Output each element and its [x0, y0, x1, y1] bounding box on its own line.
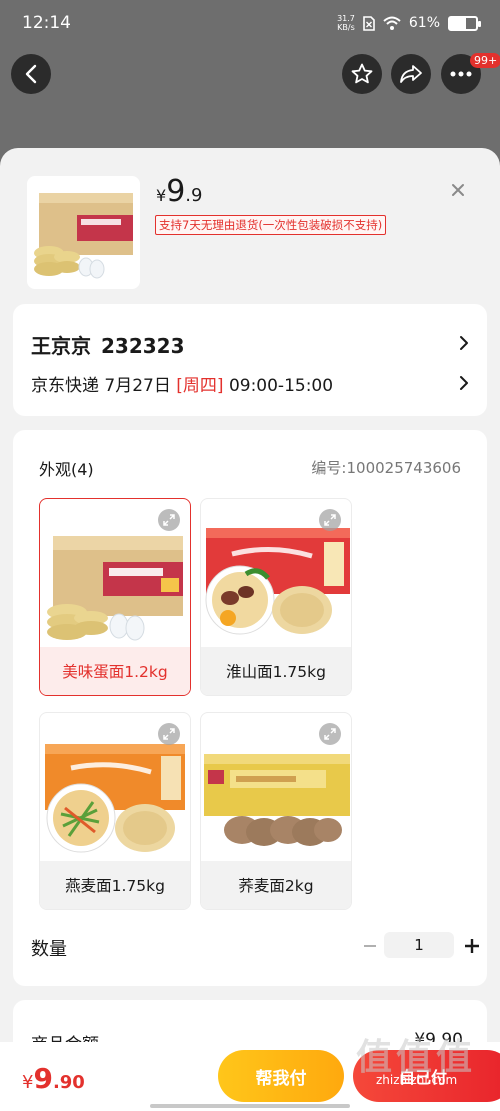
option-label: 燕麦面1.75kg [40, 861, 190, 909]
net-speed: 31.7 KB/s [337, 14, 355, 32]
expand-button[interactable] [319, 509, 341, 531]
delivery-date: 7月27日 [104, 376, 171, 396]
product-code: 编号:100025743606 [311, 459, 461, 477]
expand-icon [324, 728, 336, 740]
pay-myself-button[interactable]: 自己付 [353, 1050, 500, 1102]
recipient-name: 王京京 [31, 334, 91, 358]
net-speed-unit: KB/s [337, 23, 355, 32]
chevron-right-icon[interactable] [458, 334, 470, 352]
price-decimal: .9 [185, 185, 203, 206]
total-integer: 9 [33, 1062, 53, 1095]
option-label: 荞麦面2kg [201, 861, 351, 909]
address-card[interactable]: 王京京 232323 京东快递 7月27日 [周四] 09:00-15:00 [13, 304, 487, 416]
spec-option[interactable]: 淮山面1.75kg [200, 498, 352, 696]
close-icon [452, 184, 464, 196]
price-integer: 9 [166, 174, 186, 209]
courier: 京东快递 [31, 376, 99, 396]
chevron-right-icon[interactable] [458, 374, 470, 392]
star-icon [351, 63, 373, 84]
delivery-weekday: [周四] [176, 376, 224, 396]
spec-option[interactable]: 荞麦面2kg [200, 712, 352, 910]
status-time: 12:14 [22, 13, 71, 33]
expand-button[interactable] [319, 723, 341, 745]
help-me-pay-button[interactable]: 帮我付 [218, 1050, 344, 1102]
wifi-icon [383, 16, 401, 30]
expand-icon [324, 514, 336, 526]
purchase-sheet: ¥9.9 支持7天无理由退货(一次性包装破损不支持) 王京京 232323 京东快… [0, 148, 500, 1111]
total-price: ¥9.90 [22, 1062, 85, 1095]
expand-icon [163, 514, 175, 526]
total-decimal: .90 [52, 1072, 85, 1093]
spec-card: 外观(4) 编号:100025743606 美味蛋面1.2kg 淮山面1.75k… [13, 430, 487, 986]
quantity-label: 数量 [31, 939, 67, 960]
spec-title: 外观(4) [39, 460, 94, 479]
return-policy-tag: 支持7天无理由退货(一次性包装破损不支持) [155, 215, 387, 235]
battery-icon [448, 15, 481, 31]
product-price: ¥9.9 [156, 174, 202, 209]
battery-percent: 61% [408, 15, 440, 31]
price-currency: ¥ [156, 186, 167, 205]
chevron-left-icon [25, 64, 37, 84]
no-sim-icon [363, 15, 375, 31]
home-indicator[interactable] [150, 1104, 350, 1108]
status-bar: 12:14 31.7 KB/s 61% [0, 0, 500, 46]
favorite-button[interactable] [342, 54, 382, 94]
more-icon [450, 71, 472, 77]
delivery-info: 京东快递 7月27日 [周四] 09:00-15:00 [31, 371, 333, 396]
minus-icon [364, 945, 376, 947]
total-currency: ¥ [22, 1072, 34, 1093]
close-button[interactable] [446, 178, 470, 202]
expand-button[interactable] [158, 509, 180, 531]
spec-option[interactable]: 美味蛋面1.2kg [39, 498, 191, 696]
spec-option[interactable]: 燕麦面1.75kg [39, 712, 191, 910]
option-label: 淮山面1.75kg [201, 647, 351, 695]
expand-icon [163, 728, 175, 740]
share-icon [400, 65, 422, 83]
recipient: 王京京 232323 [31, 330, 185, 359]
net-speed-value: 31.7 [337, 14, 355, 23]
share-button[interactable] [391, 54, 431, 94]
message-badge: 99+ [470, 53, 500, 68]
delivery-time-window: 09:00-15:00 [228, 376, 334, 396]
plus-icon [465, 939, 479, 953]
status-icons: 31.7 KB/s 61% [337, 14, 481, 32]
product-thumbnail[interactable] [27, 176, 140, 289]
increase-button[interactable] [462, 934, 482, 958]
bottom-bar: ¥9.90 帮我付 自己付 [0, 1042, 500, 1111]
expand-button[interactable] [158, 723, 180, 745]
noodle-box-image [33, 192, 133, 278]
option-label: 美味蛋面1.2kg [40, 647, 190, 695]
quantity-input[interactable]: 1 [384, 932, 454, 958]
recipient-phone: 232323 [101, 334, 185, 358]
back-button[interactable] [11, 54, 51, 94]
decrease-button[interactable] [360, 934, 380, 958]
